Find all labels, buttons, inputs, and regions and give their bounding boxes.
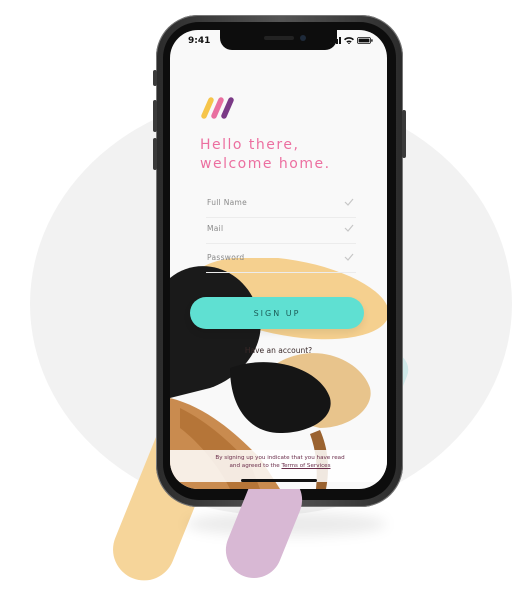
status-time: 9:41 <box>188 36 211 46</box>
mail-field[interactable]: Mail <box>206 221 356 244</box>
full-name-label: Full Name <box>207 198 248 207</box>
phone-power-button <box>402 110 406 158</box>
signal-icon <box>330 37 341 44</box>
signup-button[interactable]: SIGN UP <box>190 297 364 329</box>
check-icon <box>344 253 354 261</box>
have-account-link[interactable]: Have an account? <box>170 346 387 355</box>
check-icon <box>344 224 354 232</box>
app-logo <box>201 97 234 119</box>
wifi-icon <box>344 37 354 44</box>
password-field[interactable]: Password <box>206 250 356 273</box>
mail-label: Mail <box>207 224 224 233</box>
status-icons <box>330 37 373 44</box>
welcome-line-2: welcome home. <box>200 156 331 172</box>
full-name-field[interactable]: Full Name <box>206 195 356 218</box>
check-icon <box>344 198 354 206</box>
welcome-heading: Hello there, welcome home. <box>200 136 331 174</box>
battery-icon <box>357 37 373 44</box>
phone-screen: 9:41 Hello there, welcome home. Full Nam… <box>170 30 387 489</box>
terms-notice: By signing up you indicate that you have… <box>210 454 350 470</box>
screen-notch <box>220 30 337 50</box>
home-indicator <box>241 479 317 482</box>
terms-of-service-link[interactable]: Terms of Services <box>282 463 331 469</box>
phone-mute-switch <box>153 70 157 86</box>
phone-volume-up <box>153 100 157 132</box>
welcome-line-1: Hello there, <box>200 137 300 153</box>
password-label: Password <box>207 253 245 262</box>
phone-volume-down <box>153 138 157 170</box>
